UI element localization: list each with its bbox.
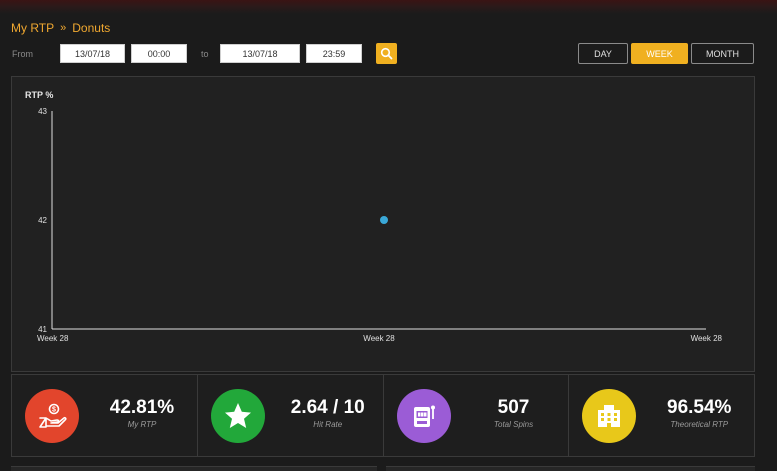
- stat-hit-rate: 2.64 / 10 Hit Rate: [198, 375, 384, 456]
- chart-y-axis-label: RTP %: [25, 90, 54, 100]
- slot-machine-icon: [413, 405, 435, 427]
- to-date-input[interactable]: 13/07/18: [220, 44, 300, 63]
- search-button[interactable]: [376, 43, 397, 64]
- stat-value: 42.81%: [109, 397, 175, 418]
- from-label: From: [12, 48, 33, 59]
- star-icon: [224, 403, 251, 428]
- svg-text:$: $: [52, 407, 56, 414]
- stats-row: $ 42.81% My RTP 2.64 / 10 Hit Rate 507 T…: [11, 374, 755, 457]
- breadcrumb-separator: »: [60, 22, 67, 34]
- stat-label: Theoretical RTP: [670, 420, 729, 429]
- from-date-input[interactable]: 13/07/18: [60, 44, 125, 63]
- stat-label: Total Spins: [493, 420, 534, 429]
- stat-value: 96.54%: [667, 397, 732, 418]
- from-time-input[interactable]: 00:00: [131, 44, 187, 63]
- date-filter-bar: From 13/07/18 00:00 to 13/07/18 23:59: [12, 43, 362, 64]
- period-month-button[interactable]: MONTH: [691, 43, 754, 64]
- period-day-button[interactable]: DAY: [578, 43, 628, 64]
- stat-icon-circle: $: [25, 389, 79, 443]
- stat-theoretical-rtp: 96.54% Theoretical RTP: [569, 375, 754, 456]
- stat-my-rtp: $ 42.81% My RTP: [12, 375, 198, 456]
- breadcrumb-current: Donuts: [72, 21, 111, 35]
- stat-total-spins: 507 Total Spins: [384, 375, 570, 456]
- period-week-button[interactable]: WEEK: [631, 43, 688, 64]
- to-label: to: [201, 48, 209, 59]
- bottom-panel-right: [386, 466, 755, 471]
- search-icon: [380, 47, 393, 60]
- stat-icon-circle: [582, 389, 637, 443]
- hand-coin-icon: $: [39, 403, 67, 428]
- stat-label: Hit Rate: [313, 420, 343, 429]
- top-header-strip: [0, 0, 777, 14]
- stat-value: 2.64 / 10: [290, 397, 365, 418]
- stat-value: 507: [497, 397, 530, 418]
- stat-icon-circle: [210, 389, 265, 443]
- to-time-input[interactable]: 23:59: [306, 44, 362, 63]
- stat-icon-circle: [396, 389, 451, 443]
- breadcrumb-root-link[interactable]: My RTP: [11, 21, 54, 35]
- rtp-chart-panel: [11, 76, 755, 372]
- app-window: My RTP » Donuts From 13/07/18 00:00 to 1…: [0, 0, 777, 471]
- bottom-panel-left: [11, 466, 377, 471]
- stat-label: My RTP: [127, 420, 157, 429]
- breadcrumb: My RTP » Donuts: [11, 21, 110, 35]
- building-icon: [598, 405, 621, 427]
